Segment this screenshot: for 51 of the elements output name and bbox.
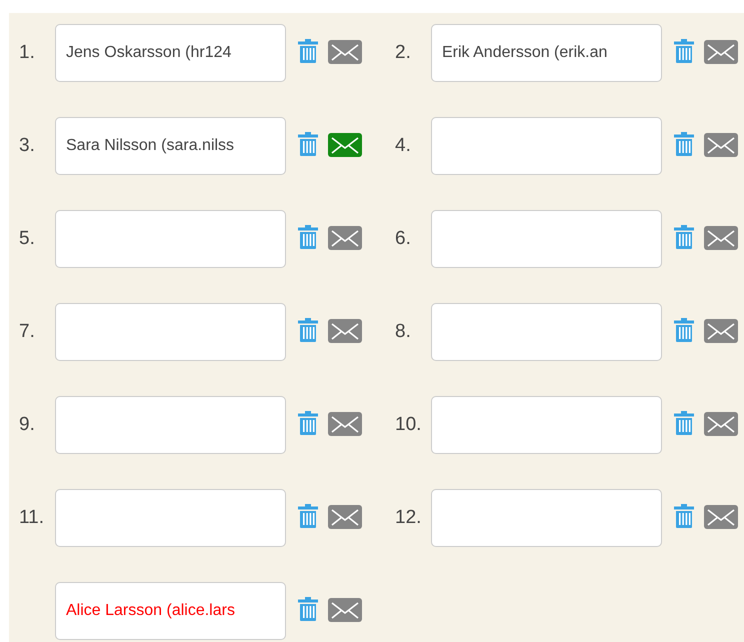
recipient-field[interactable] <box>55 303 286 361</box>
row-number: 6. <box>394 227 412 251</box>
recipient-field[interactable] <box>55 489 286 547</box>
trash-icon[interactable] <box>298 225 318 249</box>
row-number: 12. <box>394 506 422 530</box>
envelope-icon[interactable] <box>328 226 362 250</box>
row-number: 9. <box>18 413 36 437</box>
row-number: 11. <box>18 506 46 530</box>
row-number: 3. <box>18 134 36 158</box>
recipient-field[interactable] <box>55 396 286 454</box>
trash-icon[interactable] <box>298 132 318 156</box>
row-number: 1. <box>18 41 36 65</box>
envelope-icon[interactable] <box>328 412 362 436</box>
recipient-field[interactable] <box>431 489 662 547</box>
row-number: 2. <box>394 41 412 65</box>
row-number: 5. <box>18 227 36 251</box>
envelope-icon[interactable] <box>704 412 738 436</box>
trash-icon[interactable] <box>298 597 318 621</box>
envelope-icon[interactable] <box>704 226 738 250</box>
recipient-field[interactable] <box>431 396 662 454</box>
row-number: 10. <box>394 413 422 437</box>
trash-icon[interactable] <box>674 225 694 249</box>
trash-icon[interactable] <box>298 504 318 528</box>
trash-icon[interactable] <box>674 318 694 342</box>
recipient-field[interactable] <box>431 303 662 361</box>
trash-icon[interactable] <box>298 318 318 342</box>
envelope-icon[interactable] <box>328 133 362 157</box>
envelope-icon[interactable] <box>704 505 738 529</box>
recipient-field[interactable]: Erik Andersson (erik.an <box>431 24 662 82</box>
recipient-field[interactable] <box>431 117 662 175</box>
recipient-field[interactable]: Alice Larsson (alice.lars <box>55 582 286 640</box>
row-number: 4. <box>394 134 412 158</box>
row-number: 7. <box>18 320 36 344</box>
recipient-field[interactable]: Jens Oskarsson (hr124 <box>55 24 286 82</box>
recipient-field[interactable]: Sara Nilsson (sara.nilss <box>55 117 286 175</box>
trash-icon[interactable] <box>298 39 318 63</box>
envelope-icon[interactable] <box>704 319 738 343</box>
envelope-icon[interactable] <box>328 505 362 529</box>
row-number: 8. <box>394 320 412 344</box>
trash-icon[interactable] <box>674 132 694 156</box>
recipient-field[interactable] <box>431 210 662 268</box>
envelope-icon[interactable] <box>328 40 362 64</box>
trash-icon[interactable] <box>674 411 694 435</box>
recipient-field[interactable] <box>55 210 286 268</box>
trash-icon[interactable] <box>674 39 694 63</box>
envelope-icon[interactable] <box>704 40 738 64</box>
envelope-icon[interactable] <box>328 598 362 622</box>
envelope-icon[interactable] <box>328 319 362 343</box>
envelope-icon[interactable] <box>704 133 738 157</box>
trash-icon[interactable] <box>674 504 694 528</box>
trash-icon[interactable] <box>298 411 318 435</box>
